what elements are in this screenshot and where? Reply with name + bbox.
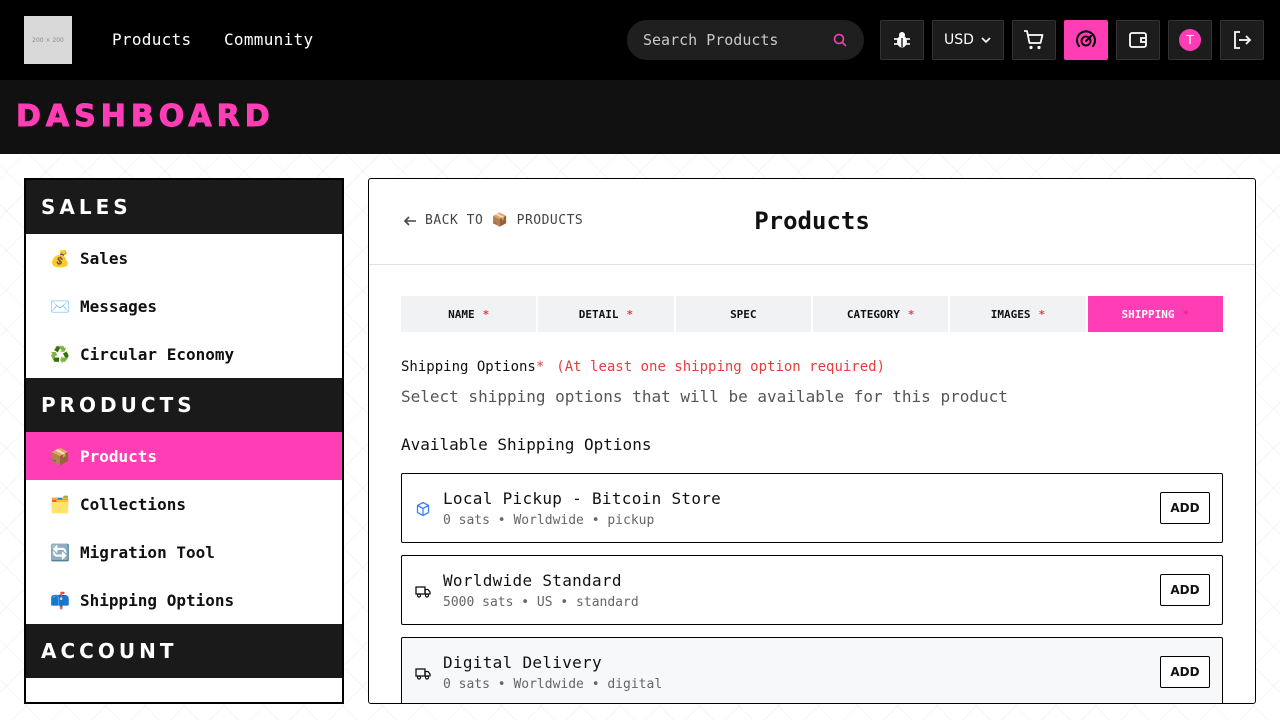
chevron-down-icon (981, 37, 991, 44)
logout-icon (1234, 31, 1252, 49)
tab-label: NAME (448, 307, 475, 321)
available-options-heading: Available Shipping Options (401, 435, 652, 454)
sidebar-item-products[interactable]: 📦 Products (26, 432, 342, 480)
sidebar-item-sales[interactable]: 💰 Sales (26, 234, 342, 282)
gauge-icon (1076, 30, 1096, 47)
tab-images[interactable]: IMAGES * (950, 296, 1086, 332)
sidebar-item-circular-economy[interactable]: ♻️ Circular Economy (26, 330, 342, 378)
tab-label: CATEGORY (846, 307, 900, 321)
product-editor-panel: BACK TO 📦 PRODUCTS Products NAME * DETAIL… (368, 178, 1256, 704)
bug-icon (894, 32, 910, 48)
dashboard-title: DASHBOARD (16, 99, 275, 135)
tab-label: SPEC (730, 307, 757, 321)
dashboard-button[interactable] (1064, 20, 1108, 60)
sidebar-item-collections[interactable]: 🗂️ Collections (26, 480, 342, 528)
nav-link-products[interactable]: Products (112, 30, 191, 49)
truck-icon (415, 668, 431, 680)
tab-name[interactable]: NAME * (401, 296, 537, 332)
sidebar-section-account: ACCOUNT (26, 624, 342, 678)
page-title: Products (754, 207, 870, 235)
profile-button[interactable]: T (1168, 20, 1212, 60)
add-shipping-option-button[interactable]: ADD (1160, 492, 1210, 524)
shipping-description: Select shipping options that will be ava… (401, 387, 1008, 406)
wallet-icon (1129, 32, 1147, 48)
shipping-option-meta: 0 sats • Worldwide • digital (443, 677, 663, 692)
tab-shipping[interactable]: SHIPPING * (1087, 296, 1223, 332)
sidebar: SALES 💰 Sales ✉️ Messages ♻️ Circular Econo… (24, 178, 344, 704)
tab-label: SHIPPING (1121, 307, 1175, 321)
site-logo[interactable]: 200 × 200 (24, 16, 72, 64)
logout-button[interactable] (1220, 20, 1264, 60)
currency-label: USD (944, 32, 974, 48)
sidebar-item-label: Circular Economy (80, 344, 235, 364)
shipping-option-card: Digital Delivery 0 sats • Worldwide • di… (401, 637, 1223, 703)
sidebar-section-products: PRODUCTS (26, 378, 342, 432)
cart-button[interactable] (1012, 20, 1056, 60)
sidebar-item-label: Shipping Options (80, 590, 235, 610)
shipping-option-meta: 5000 sats • US • standard (443, 595, 639, 610)
shipping-option-card: Local Pickup - Bitcoin Store 0 sats • Wo… (401, 473, 1223, 543)
sidebar-item-label: Collections (80, 494, 186, 514)
card-index-icon: 🗂️ (50, 494, 70, 514)
required-marker: * (1038, 307, 1046, 321)
product-form-tabs: NAME * DETAIL * SPEC CATEGORY * IMAGES * SHI… (401, 296, 1223, 332)
mailbox-icon: 📫 (50, 590, 70, 610)
required-marker: * (626, 307, 634, 321)
arrows-cycle-icon: 🔄 (50, 542, 70, 562)
shipping-option-name: Worldwide Standard (443, 571, 622, 590)
required-marker: * (1182, 307, 1190, 321)
package-icon (416, 501, 430, 517)
shipping-options-label: Shipping Options* (At least one shipping … (401, 359, 885, 375)
truck-icon (415, 586, 431, 598)
shipping-option-meta: 0 sats • Worldwide • pickup (443, 513, 655, 528)
tab-category[interactable]: CATEGORY * (812, 296, 949, 332)
required-hint: (At least one shipping option required) (556, 359, 886, 375)
sidebar-item-migration-tool[interactable]: 🔄 Migration Tool (26, 528, 342, 576)
shipping-option-card: Worldwide Standard 5000 sats • US • stan… (401, 555, 1223, 625)
wallet-button[interactable] (1116, 20, 1160, 60)
sidebar-item-label: Messages (80, 296, 158, 316)
cart-icon (1024, 30, 1044, 50)
tab-spec[interactable]: SPEC (675, 296, 811, 332)
bug-report-button[interactable] (880, 20, 924, 60)
field-label: Shipping Options (401, 359, 536, 375)
nav-link-community[interactable]: Community (224, 30, 313, 49)
tab-label: IMAGES (990, 307, 1031, 321)
top-navbar: 200 × 200 Products Community USD T (0, 0, 1280, 80)
search-icon[interactable] (832, 32, 848, 48)
sidebar-item-label: Products (80, 446, 158, 466)
currency-select[interactable]: USD (932, 20, 1004, 60)
sidebar-item-messages[interactable]: ✉️ Messages (26, 282, 342, 330)
add-shipping-option-button[interactable]: ADD (1160, 656, 1210, 688)
required-marker: * (482, 307, 490, 321)
tab-detail[interactable]: DETAIL * (538, 296, 674, 332)
search-bar (627, 20, 864, 60)
sidebar-item-label: Migration Tool (80, 542, 215, 562)
package-icon: 📦 (50, 446, 70, 466)
recycle-icon: ♻️ (50, 344, 70, 364)
add-shipping-option-button[interactable]: ADD (1160, 574, 1210, 606)
panel-header: BACK TO 📦 PRODUCTS Products (369, 179, 1255, 265)
required-marker: * (535, 359, 545, 375)
sidebar-item-label: Sales (80, 248, 129, 268)
required-marker: * (907, 307, 915, 321)
sidebar-section-sales: SALES (26, 180, 342, 234)
shipping-option-name: Local Pickup - Bitcoin Store (443, 489, 722, 508)
shipping-option-name: Digital Delivery (443, 653, 602, 672)
avatar: T (1179, 29, 1201, 51)
tab-label: DETAIL (578, 307, 619, 321)
money-bag-icon: 💰 (50, 248, 70, 268)
sidebar-item-shipping-options[interactable]: 📫 Shipping Options (26, 576, 342, 624)
search-input[interactable] (643, 31, 818, 49)
envelope-icon: ✉️ (50, 296, 70, 316)
